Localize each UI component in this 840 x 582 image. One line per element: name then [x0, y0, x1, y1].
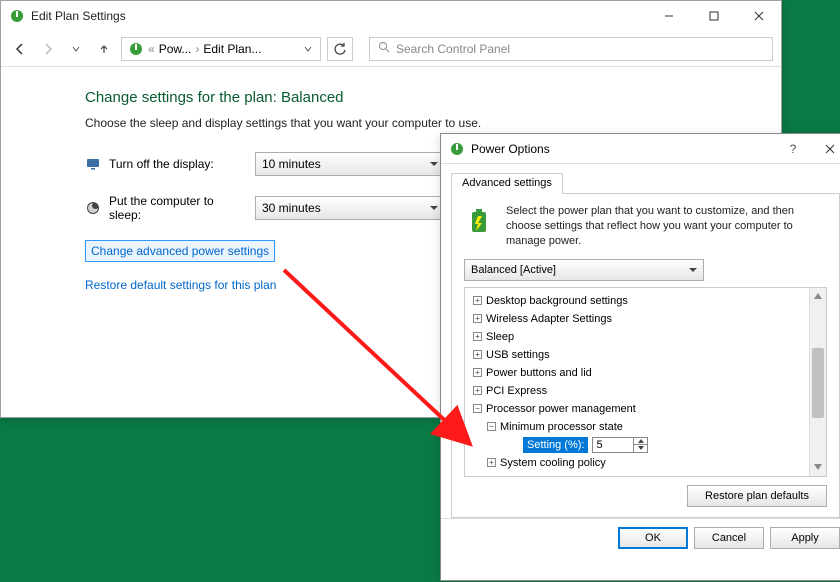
search-input[interactable]: Search Control Panel: [369, 37, 773, 61]
breadcrumb-chevron-icon: ›: [195, 42, 199, 56]
spinner-up-icon[interactable]: [634, 438, 647, 446]
help-button[interactable]: ?: [776, 134, 810, 164]
restore-plan-defaults-button[interactable]: Restore plan defaults: [687, 485, 827, 507]
tree-item[interactable]: +Maximum processor state: [469, 472, 826, 476]
expand-icon[interactable]: +: [487, 458, 496, 467]
dialog-description: Select the power plan that you want to c…: [506, 204, 827, 249]
page-heading: Change settings for the plan: Balanced: [85, 89, 745, 106]
tree-item-min-processor[interactable]: −Minimum processor state: [469, 418, 826, 436]
settings-tree: +Desktop background settings +Wireless A…: [464, 287, 827, 477]
minimize-button[interactable]: [646, 1, 691, 31]
breadcrumb-seg[interactable]: Pow...: [159, 42, 192, 56]
sleep-timeout-dropdown[interactable]: 30 minutes: [255, 196, 445, 220]
scroll-down-icon[interactable]: [810, 459, 826, 476]
close-button[interactable]: [810, 134, 840, 164]
power-options-dialog: Power Options ? Advanced settings Select…: [440, 133, 840, 581]
ok-button[interactable]: OK: [618, 527, 688, 549]
tree-item[interactable]: +Sleep: [469, 328, 826, 346]
advanced-power-settings-link[interactable]: Change advanced power settings: [85, 240, 275, 262]
tree-item[interactable]: +Wireless Adapter Settings: [469, 310, 826, 328]
restore-defaults-link[interactable]: Restore default settings for this plan: [85, 278, 276, 292]
battery-icon: [464, 204, 496, 236]
up-button[interactable]: [93, 38, 115, 60]
search-icon: [378, 41, 390, 56]
breadcrumb-chevron-icon: «: [148, 42, 155, 56]
expand-icon[interactable]: +: [473, 386, 482, 395]
setting-value-input[interactable]: 5: [592, 437, 634, 453]
tree-item[interactable]: +Desktop background settings: [469, 292, 826, 310]
expand-icon[interactable]: +: [473, 314, 482, 323]
expand-icon[interactable]: +: [473, 368, 482, 377]
page-description: Choose the sleep and display settings th…: [85, 116, 745, 130]
tree-item-processor-power[interactable]: −Processor power management: [469, 400, 826, 418]
tree-item[interactable]: +PCI Express: [469, 382, 826, 400]
apply-button[interactable]: Apply: [770, 527, 840, 549]
expand-icon[interactable]: +: [473, 332, 482, 341]
forward-button[interactable]: [37, 38, 59, 60]
collapse-icon[interactable]: −: [473, 404, 482, 413]
scrollbar-thumb[interactable]: [812, 348, 824, 418]
tree-scrollbar[interactable]: [809, 288, 826, 476]
scroll-up-icon[interactable]: [810, 288, 826, 305]
display-label: Turn off the display:: [109, 157, 214, 171]
expand-icon[interactable]: +: [473, 350, 482, 359]
dialog-titlebar: Power Options ?: [441, 134, 840, 164]
collapse-icon[interactable]: −: [487, 422, 496, 431]
close-button[interactable]: [736, 1, 781, 31]
setting-label[interactable]: Setting (%):: [523, 437, 588, 453]
power-plan-icon: [449, 141, 465, 157]
refresh-button[interactable]: [327, 37, 353, 61]
tree-item[interactable]: +System cooling policy: [469, 454, 826, 472]
breadcrumb[interactable]: « Pow... › Edit Plan...: [121, 37, 321, 61]
cancel-button[interactable]: Cancel: [694, 527, 764, 549]
window-title: Edit Plan Settings: [31, 9, 126, 23]
maximize-button[interactable]: [691, 1, 736, 31]
sleep-label: Put the computer to sleep:: [109, 194, 243, 222]
spinner-down-icon[interactable]: [634, 445, 647, 452]
dialog-title: Power Options: [471, 142, 550, 156]
setting-spinner[interactable]: [634, 437, 648, 453]
display-timeout-dropdown[interactable]: 10 minutes: [255, 152, 445, 176]
expand-icon[interactable]: +: [473, 296, 482, 305]
sleep-icon: [85, 200, 101, 216]
power-plan-icon: [128, 41, 144, 57]
breadcrumb-seg[interactable]: Edit Plan...: [203, 42, 261, 56]
power-plan-icon: [9, 8, 25, 24]
back-button[interactable]: [9, 38, 31, 60]
recent-dropdown[interactable]: [65, 38, 87, 60]
tab-advanced-settings[interactable]: Advanced settings: [451, 173, 563, 194]
display-icon: [85, 156, 101, 172]
breadcrumb-dropdown-icon[interactable]: [300, 42, 316, 56]
tree-item[interactable]: +USB settings: [469, 346, 826, 364]
tree-item[interactable]: +Power buttons and lid: [469, 364, 826, 382]
power-plan-dropdown[interactable]: Balanced [Active]: [464, 259, 704, 281]
setting-row: Setting (%): 5: [469, 436, 826, 454]
titlebar: Edit Plan Settings: [1, 1, 781, 31]
nav-row: « Pow... › Edit Plan... Search Control P…: [1, 31, 781, 67]
search-placeholder: Search Control Panel: [396, 42, 510, 56]
